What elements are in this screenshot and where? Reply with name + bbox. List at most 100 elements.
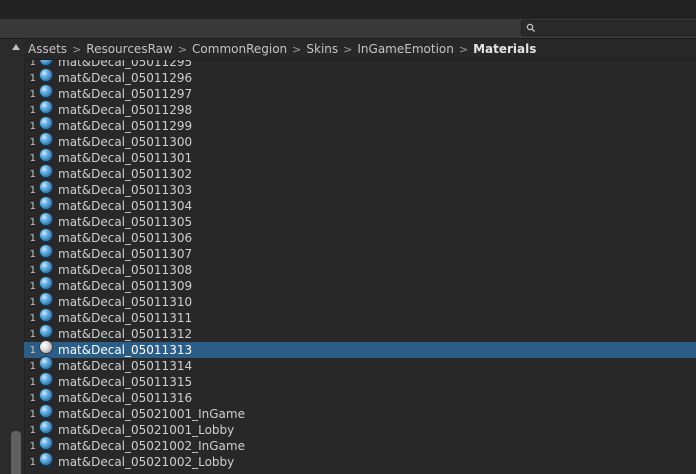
item-label: mat&Decal_05011303 <box>58 183 193 197</box>
material-sphere-icon <box>40 341 52 353</box>
item-label: mat&Decal_05011301 <box>58 151 193 165</box>
item-label: mat&Decal_05011314 <box>58 359 193 373</box>
item-count: 1 <box>29 232 36 244</box>
list-item[interactable]: 1 mat&Decal_05011309 <box>24 277 696 294</box>
item-label: mat&Decal_05021001_InGame <box>58 407 245 421</box>
list-item[interactable]: 1 mat&Decal_05011315 <box>24 373 696 390</box>
item-count: 1 <box>29 184 36 196</box>
item-count: 1 <box>29 424 36 436</box>
item-count: 1 <box>29 344 36 356</box>
search-input[interactable] <box>521 20 696 36</box>
scroll-up-arrow-icon[interactable] <box>12 44 20 50</box>
item-label: mat&Decal_05011307 <box>58 247 193 261</box>
list-item[interactable]: 1 mat&Decal_05021002_InGame <box>24 437 696 454</box>
asset-list: 1 mat&Decal_05011295 1 mat&Decal_05011296 1 m… <box>24 54 696 474</box>
item-label: mat&Decal_05011299 <box>58 119 193 133</box>
list-item[interactable]: 1 mat&Decal_05021002_Lobby <box>24 453 696 470</box>
vertical-scrollbar[interactable] <box>0 39 25 474</box>
item-label: mat&Decal_05011300 <box>58 135 193 149</box>
list-item[interactable]: 1 mat&Decal_05011312 <box>24 325 696 342</box>
list-item[interactable]: 1 mat&Decal_05011305 <box>24 213 696 230</box>
list-item[interactable]: 1 mat&Decal_05011307 <box>24 245 696 262</box>
item-label: mat&Decal_05011310 <box>58 295 193 309</box>
list-item[interactable]: 1 mat&Decal_05011302 <box>24 165 696 182</box>
item-label: mat&Decal_05011305 <box>58 215 193 229</box>
material-sphere-icon <box>40 165 52 177</box>
list-item[interactable]: 1 mat&Decal_05011310 <box>24 293 696 310</box>
item-count: 1 <box>29 120 36 132</box>
list-item[interactable]: 1 mat&Decal_05011311 <box>24 309 696 326</box>
item-label: mat&Decal_05011296 <box>58 71 193 85</box>
material-sphere-icon <box>40 277 52 289</box>
material-sphere-icon <box>40 389 52 401</box>
material-sphere-icon <box>40 309 52 321</box>
item-label: mat&Decal_05011306 <box>58 231 193 245</box>
item-label: mat&Decal_05011315 <box>58 375 193 389</box>
list-item[interactable]: 1 mat&Decal_05011314 <box>24 357 696 374</box>
list-item[interactable]: 1 mat&Decal_05011297 <box>24 85 696 102</box>
item-count: 1 <box>29 312 36 324</box>
material-sphere-icon <box>40 181 52 193</box>
material-sphere-icon <box>40 69 52 81</box>
breadcrumb-assets[interactable]: Assets <box>24 42 71 56</box>
material-sphere-icon <box>40 133 52 145</box>
list-item[interactable]: 1 mat&Decal_05011300 <box>24 133 696 150</box>
item-label: mat&Decal_05021002_InGame <box>58 439 245 453</box>
material-sphere-icon <box>40 437 52 449</box>
item-label: mat&Decal_05011312 <box>58 327 193 341</box>
list-item[interactable]: 1 mat&Decal_05011313 <box>24 341 696 358</box>
material-sphere-icon <box>40 421 52 433</box>
breadcrumb-materials[interactable]: Materials <box>469 42 540 56</box>
material-sphere-icon <box>40 229 52 241</box>
item-count: 1 <box>29 296 36 308</box>
breadcrumb-commonregion[interactable]: CommonRegion <box>188 42 291 56</box>
item-count: 1 <box>29 216 36 228</box>
material-sphere-icon <box>40 213 52 225</box>
list-item[interactable]: 1 mat&Decal_05011301 <box>24 149 696 166</box>
list-item[interactable]: 1 mat&Decal_05011304 <box>24 197 696 214</box>
list-item[interactable]: 1 mat&Decal_05011306 <box>24 229 696 246</box>
material-sphere-icon <box>40 357 52 369</box>
material-sphere-icon <box>40 373 52 385</box>
item-count: 1 <box>29 440 36 452</box>
item-label: mat&Decal_05011313 <box>58 343 193 357</box>
list-item[interactable]: 1 mat&Decal_05011316 <box>24 389 696 406</box>
item-count: 1 <box>29 104 36 116</box>
material-sphere-icon <box>40 197 52 209</box>
scroll-thumb[interactable] <box>11 431 21 474</box>
item-count: 1 <box>29 136 36 148</box>
material-sphere-icon <box>40 101 52 113</box>
breadcrumb: Assets > ResourcesRaw > CommonRegion > Skins > I… <box>24 39 696 60</box>
breadcrumb-skins[interactable]: Skins <box>302 42 342 56</box>
list-item[interactable]: 1 mat&Decal_05011299 <box>24 117 696 134</box>
item-count: 1 <box>29 280 36 292</box>
material-sphere-icon <box>40 85 52 97</box>
list-item[interactable]: 1 mat&Decal_05011303 <box>24 181 696 198</box>
item-label: mat&Decal_05011297 <box>58 87 193 101</box>
material-sphere-icon <box>40 245 52 257</box>
breadcrumb-ingameemotion[interactable]: InGameEmotion <box>353 42 457 56</box>
list-item[interactable]: 1 mat&Decal_05011298 <box>24 101 696 118</box>
item-count: 1 <box>29 392 36 404</box>
material-sphere-icon <box>40 293 52 305</box>
material-sphere-icon <box>40 453 52 465</box>
list-item[interactable]: 1 mat&Decal_05011296 <box>24 69 696 86</box>
item-label: mat&Decal_05011304 <box>58 199 193 213</box>
item-label: mat&Decal_05011316 <box>58 391 193 405</box>
material-sphere-icon <box>40 117 52 129</box>
breadcrumb-separator: > <box>458 42 469 56</box>
item-count: 1 <box>29 152 36 164</box>
item-count: 1 <box>29 88 36 100</box>
material-sphere-icon <box>40 261 52 273</box>
item-count: 1 <box>29 456 36 468</box>
breadcrumb-resourcesraw[interactable]: ResourcesRaw <box>82 42 177 56</box>
list-item[interactable]: 1 mat&Decal_05021001_Lobby <box>24 421 696 438</box>
list-item[interactable]: 1 mat&Decal_05011308 <box>24 261 696 278</box>
item-label: mat&Decal_05021002_Lobby <box>58 455 235 469</box>
list-item[interactable]: 1 mat&Decal_05021001_InGame <box>24 405 696 422</box>
breadcrumb-separator: > <box>177 42 188 56</box>
material-sphere-icon <box>40 405 52 417</box>
item-count: 1 <box>29 360 36 372</box>
item-label: mat&Decal_05011302 <box>58 167 193 181</box>
item-count: 1 <box>29 248 36 260</box>
